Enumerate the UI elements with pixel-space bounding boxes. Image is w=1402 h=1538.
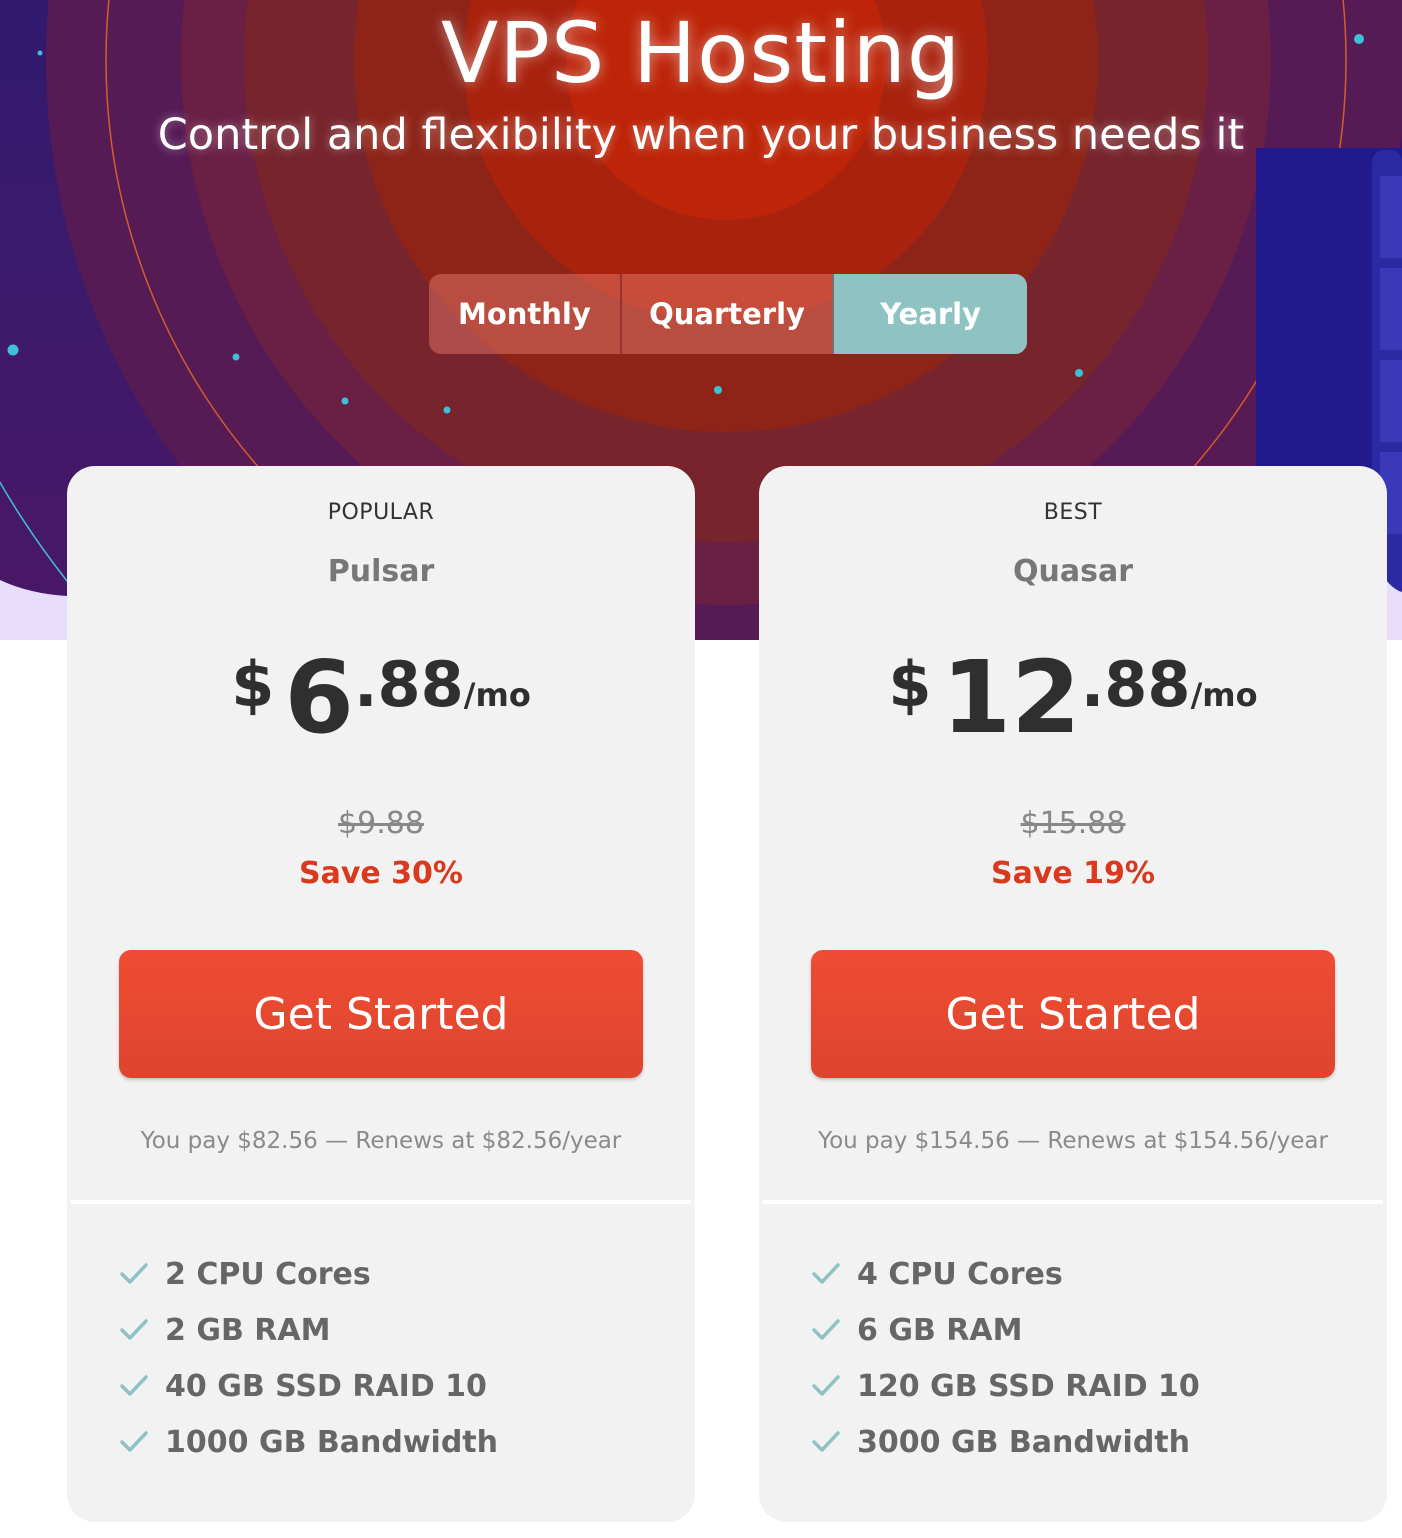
get-started-button[interactable]: Get Started — [119, 950, 643, 1078]
plan-name: Pulsar — [327, 554, 435, 589]
feature-label: 120 GB SSD RAID 10 — [857, 1368, 1200, 1404]
plan-tag: POPULAR — [327, 500, 435, 525]
original-price: $9.88 — [338, 806, 424, 841]
check-icon — [812, 1319, 840, 1340]
check-icon — [812, 1431, 840, 1452]
plan-tag: BEST — [1043, 500, 1103, 525]
price-currency: $ — [231, 648, 275, 721]
feature-item: 1000 GB Bandwidth — [119, 1414, 498, 1470]
feature-list: 2 CPU Cores 2 GB RAM 40 GB SSD RAID 10 1… — [119, 1246, 498, 1470]
check-icon — [812, 1263, 840, 1284]
price-cents: .88 — [353, 648, 464, 721]
feature-item: 4 CPU Cores — [811, 1246, 1200, 1302]
check-icon — [120, 1375, 148, 1396]
divider — [71, 1200, 691, 1204]
feature-item: 6 GB RAM — [811, 1302, 1200, 1358]
feature-item: 2 CPU Cores — [119, 1246, 498, 1302]
billing-period-toggle: Monthly Quarterly Yearly — [429, 274, 1027, 354]
check-icon — [120, 1431, 148, 1452]
page-subtitle: Control and flexibility when your busine… — [157, 110, 1245, 160]
billing-option-quarterly[interactable]: Quarterly — [619, 274, 833, 354]
billing-note: You pay $82.56 — Renews at $82.56/year — [140, 1128, 622, 1154]
price-cents: .88 — [1080, 648, 1191, 721]
feature-item: 3000 GB Bandwidth — [811, 1414, 1200, 1470]
check-icon — [120, 1319, 148, 1340]
check-icon — [812, 1375, 840, 1396]
feature-label: 1000 GB Bandwidth — [165, 1424, 498, 1460]
feature-label: 3000 GB Bandwidth — [857, 1424, 1190, 1460]
billing-option-monthly[interactable]: Monthly — [429, 274, 620, 354]
plan-price: $ 12 .88 /mo — [759, 642, 1387, 776]
savings-badge: Save 19% — [990, 856, 1155, 891]
plan-price: $ 6 .88 /mo — [67, 642, 695, 776]
savings-badge: Save 30% — [298, 856, 463, 891]
feature-item: 40 GB SSD RAID 10 — [119, 1358, 498, 1414]
billing-note: You pay $154.56 — Renews at $154.56/year — [818, 1128, 1328, 1154]
page-title: VPS Hosting — [440, 4, 962, 102]
feature-label: 6 GB RAM — [857, 1312, 1023, 1348]
feature-item: 2 GB RAM — [119, 1302, 498, 1358]
get-started-button[interactable]: Get Started — [811, 950, 1335, 1078]
plan-card-quasar: BEST Quasar $ 12 .88 /mo $15.88 Save 19%… — [759, 466, 1387, 1522]
plan-card-pulsar: POPULAR Pulsar $ 6 .88 /mo $9.88 Save 30… — [67, 466, 695, 1522]
price-whole: 6 — [284, 639, 354, 756]
price-whole: 12 — [941, 639, 1081, 756]
original-price: $15.88 — [1020, 806, 1126, 841]
plan-name: Quasar — [1013, 554, 1133, 589]
feature-label: 40 GB SSD RAID 10 — [165, 1368, 487, 1404]
price-period: /mo — [463, 676, 531, 714]
feature-label: 4 CPU Cores — [857, 1256, 1063, 1292]
price-period: /mo — [1190, 676, 1258, 714]
price-currency: $ — [888, 648, 932, 721]
check-icon — [120, 1263, 148, 1284]
feature-label: 2 GB RAM — [165, 1312, 331, 1348]
divider — [763, 1200, 1383, 1204]
billing-option-yearly[interactable]: Yearly — [832, 274, 1027, 354]
feature-list: 4 CPU Cores 6 GB RAM 120 GB SSD RAID 10 … — [811, 1246, 1200, 1470]
feature-item: 120 GB SSD RAID 10 — [811, 1358, 1200, 1414]
feature-label: 2 CPU Cores — [165, 1256, 371, 1292]
